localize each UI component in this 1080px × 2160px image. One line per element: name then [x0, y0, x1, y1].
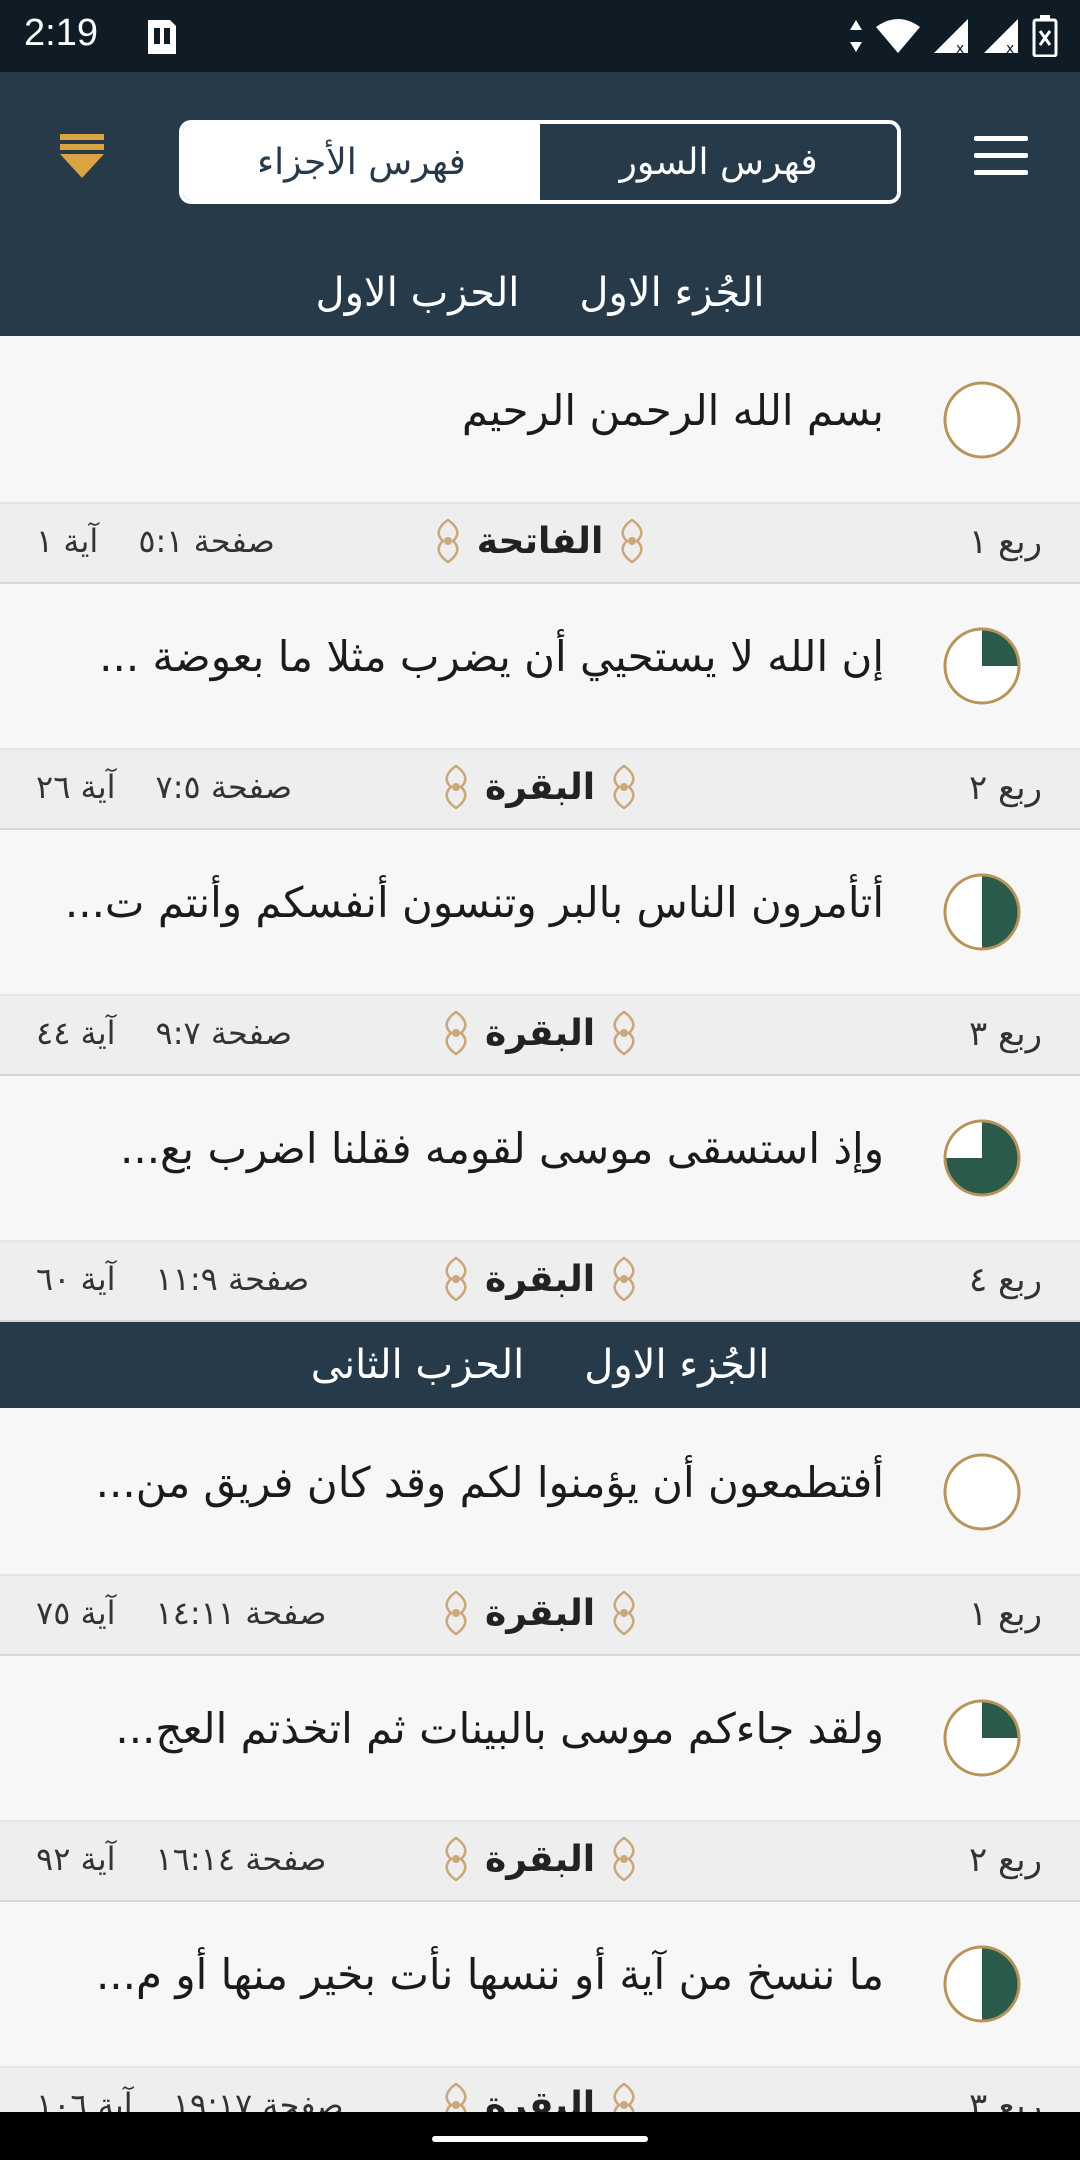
svg-text:x: x: [1006, 41, 1014, 55]
hizb-label: الحزب الاول: [315, 270, 520, 316]
progress-circle-icon: [943, 873, 1021, 951]
aya-label: آية ٧٥: [36, 1594, 116, 1632]
signal-icon: x: [934, 19, 968, 55]
sura-name: البقرة: [484, 766, 596, 808]
juz-label: الجُزء الاول: [584, 1342, 770, 1388]
progress-circle-icon: [943, 1945, 1021, 2023]
ornament-icon: [613, 1010, 635, 1056]
ornament-icon: [445, 764, 467, 810]
ornament-icon: [445, 1836, 467, 1882]
aya-label: آية ٤٤: [36, 1014, 116, 1052]
ornament-icon: [445, 1010, 467, 1056]
sura-name: البقرة: [484, 1592, 596, 1634]
progress-circle-icon: [943, 1699, 1021, 1777]
battery-icon: [1032, 15, 1058, 57]
verse-text: إن الله لا يستحيي أن يضرب مثلا ما بعوضة …: [99, 632, 884, 681]
verse-meta: ربع ١ الفاتحة صفحة ٥:١ آية ١: [0, 504, 1080, 584]
list-item[interactable]: إن الله لا يستحيي أن يضرب مثلا ما بعوضة …: [0, 584, 1080, 750]
verse-text: أفتطمعون أن يؤمنوا لكم وقد كان فريق من..…: [95, 1458, 884, 1507]
ornament-icon: [613, 1256, 635, 1302]
verse-text: أتأمرون الناس بالبر وتنسون أنفسكم وأنتم …: [64, 878, 884, 927]
svg-text:x: x: [956, 41, 964, 55]
verse-text: بسم الله الرحمن الرحيم: [461, 386, 884, 435]
verse-text: ولقد جاءكم موسى بالبينات ثم اتخذتم العج.…: [115, 1704, 884, 1753]
index-tab-switch: فهرس الأجزاء فهرس السور: [179, 120, 901, 204]
hizb-label: الحزب الثانى: [310, 1342, 525, 1388]
tab-suras[interactable]: فهرس السور: [540, 124, 897, 200]
page-label: صفحة ٥:١: [138, 522, 275, 560]
sura-name: الفاتحة: [476, 520, 604, 562]
verse-text: وإذ استسقى موسى لقومه فقلنا اضرب بع...: [120, 1124, 884, 1173]
system-nav-bar: [0, 2112, 1080, 2160]
verse-meta: ربع ٢ البقرة صفحة ١٦:١٤ آية ٩٢: [0, 1822, 1080, 1902]
page-label: صفحة ١٦:١٤: [155, 1840, 327, 1878]
section-header-2: الجُزء الاول الحزب الثانى: [0, 1322, 1080, 1408]
progress-circle-icon: [943, 1119, 1021, 1197]
filter-icon[interactable]: [60, 134, 104, 180]
list-item[interactable]: أتأمرون الناس بالبر وتنسون أنفسكم وأنتم …: [0, 830, 1080, 996]
page-label: صفحة ١٤:١١: [155, 1594, 327, 1632]
list-item[interactable]: وإذ استسقى موسى لقومه فقلنا اضرب بع...: [0, 1076, 1080, 1242]
ornament-icon: [613, 1836, 635, 1882]
ornament-icon: [621, 518, 643, 564]
page-label: صفحة ٧:٥: [155, 768, 293, 806]
data-arrows-icon: [850, 20, 862, 52]
sura-name: البقرة: [484, 1012, 596, 1054]
page-label: صفحة ٩:٧: [155, 1014, 293, 1052]
progress-circle-icon: [943, 381, 1021, 459]
aya-label: آية ٩٢: [36, 1840, 116, 1878]
page-label: صفحة ١١:٩: [155, 1260, 310, 1298]
verse-meta: ربع ٣ البقرة صفحة ٩:٧ آية ٤٤: [0, 996, 1080, 1076]
ornament-icon: [613, 1590, 635, 1636]
status-time: 2:19: [24, 12, 98, 54]
status-icons: x x: [848, 14, 1058, 58]
ornament-icon: [445, 1590, 467, 1636]
aya-label: آية ٢٦: [36, 768, 116, 806]
progress-circle-icon: [943, 627, 1021, 705]
signal-icon-2: x: [984, 19, 1018, 55]
list-item[interactable]: بسم الله الرحمن الرحيم: [0, 338, 1080, 504]
status-bar: 2:19 x x: [0, 0, 1080, 72]
sim-card-icon: [148, 20, 176, 54]
tab-ajza[interactable]: فهرس الأجزاء: [183, 124, 540, 200]
ornament-icon: [437, 518, 459, 564]
sura-name: البقرة: [484, 1838, 596, 1880]
home-gesture-bar[interactable]: [432, 2136, 648, 2142]
list-item[interactable]: ما ننسخ من آية أو ننسها نأت بخير منها أو…: [0, 1902, 1080, 2068]
ornament-icon: [613, 764, 635, 810]
app-bar: فهرس الأجزاء فهرس السور: [0, 72, 1080, 250]
section-header-1: الجُزء الاول الحزب الاول: [0, 250, 1080, 336]
menu-icon[interactable]: [974, 136, 1028, 178]
verse-meta: ربع ٤ البقرة صفحة ١١:٩ آية ٦٠: [0, 1242, 1080, 1322]
sura-name: البقرة: [484, 1258, 596, 1300]
aya-label: آية ١: [36, 522, 99, 560]
list-item[interactable]: أفتطمعون أن يؤمنوا لكم وقد كان فريق من..…: [0, 1410, 1080, 1576]
verse-meta: ربع ١ البقرة صفحة ١٤:١١ آية ٧٥: [0, 1576, 1080, 1656]
list-item[interactable]: ولقد جاءكم موسى بالبينات ثم اتخذتم العج.…: [0, 1656, 1080, 1822]
progress-circle-icon: [943, 1453, 1021, 1531]
ornament-icon: [445, 1256, 467, 1302]
wifi-icon: [876, 19, 920, 53]
verse-meta: ربع ٢ البقرة صفحة ٧:٥ آية ٢٦: [0, 750, 1080, 830]
juz-label: الجُزء الاول: [579, 270, 765, 316]
verse-text: ما ننسخ من آية أو ننسها نأت بخير منها أو…: [95, 1950, 884, 1999]
aya-label: آية ٦٠: [36, 1260, 116, 1298]
